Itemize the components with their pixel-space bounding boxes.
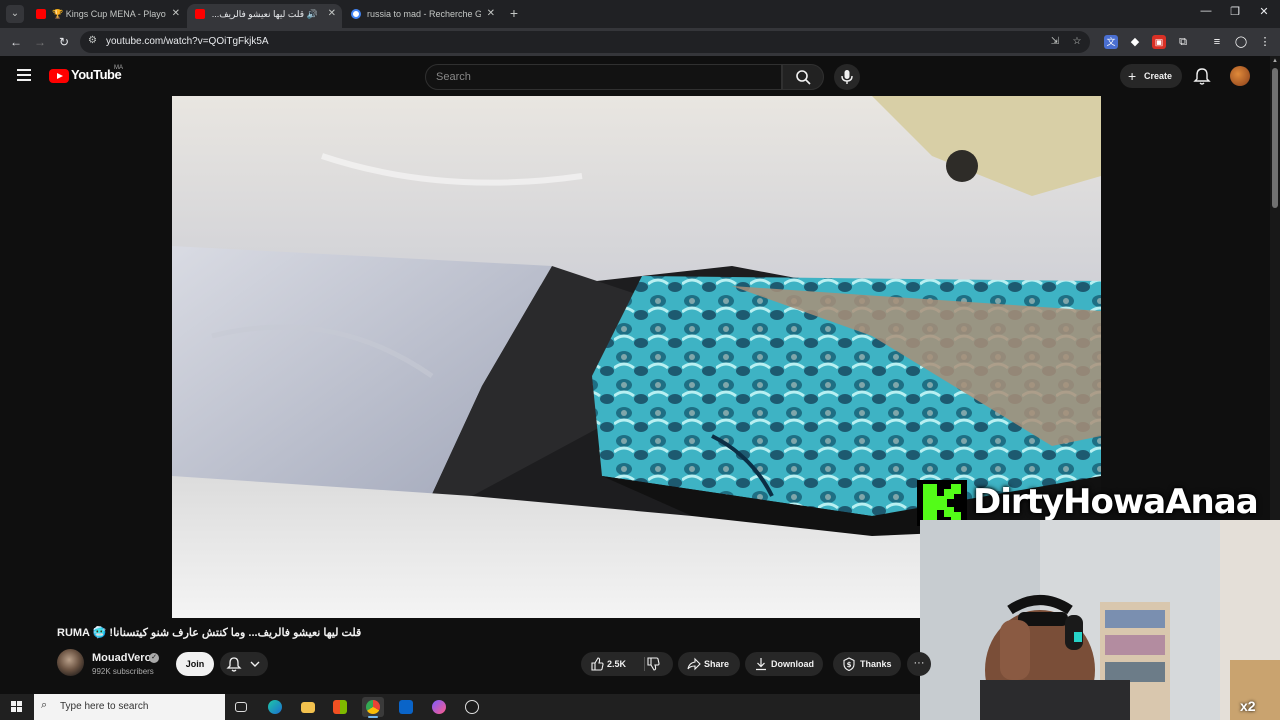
- tab-kings-cup[interactable]: 🏆 Kings Cup MENA - Playoff ✕: [28, 4, 186, 28]
- download-icon: [756, 658, 766, 671]
- close-tab-icon[interactable]: ✕: [328, 4, 336, 24]
- tab-title: russia to mad - Recherche Goo: [367, 9, 481, 19]
- subscriber-count: 992K subscribers: [92, 667, 154, 676]
- browser-menu-icon[interactable]: ⋮: [1258, 35, 1272, 49]
- plus-icon: +: [1128, 68, 1137, 84]
- share-label: Share: [704, 659, 730, 669]
- thanks-label: Thanks: [860, 659, 892, 669]
- messenger-icon[interactable]: [428, 697, 450, 717]
- browser-tab-strip: ⌄ 🏆 Kings Cup MENA - Playoff ✕ قلت ليها …: [0, 0, 1280, 28]
- thumbs-up-icon[interactable]: [590, 657, 604, 671]
- search-icon: ⌕: [41, 699, 48, 711]
- voice-search-button[interactable]: [834, 64, 860, 90]
- channel-name[interactable]: MouadVero: [92, 652, 151, 664]
- youtube-icon: [195, 9, 205, 19]
- join-button[interactable]: Join: [176, 652, 214, 676]
- profile-icon[interactable]: ◯: [1234, 35, 1248, 49]
- super-thanks-icon: $: [843, 657, 855, 671]
- restore-button[interactable]: ❐: [1225, 5, 1245, 18]
- webcam-image: [920, 520, 1280, 720]
- address-bar[interactable]: ⚙ youtube.com/watch?v=QOiTgFkjk5A ⇲ ☆: [80, 31, 1090, 53]
- taskbar-search[interactable]: ⌕ Type here to search: [34, 694, 225, 720]
- scroll-up-arrow-icon[interactable]: ▲: [1272, 58, 1278, 64]
- like-divider: [644, 657, 645, 671]
- kick-k-shape: [923, 484, 961, 522]
- chrome-icon[interactable]: [362, 697, 384, 718]
- search-button[interactable]: [782, 64, 824, 90]
- bell-icon: [1193, 68, 1211, 85]
- tab-current-video[interactable]: قلت ليها نعيشو فالريف... وما 🔊 ✕: [187, 4, 342, 28]
- subscription-notifications-button[interactable]: [220, 652, 268, 676]
- thanks-button[interactable]: $ Thanks: [833, 652, 901, 676]
- youtube-icon: [36, 9, 46, 19]
- windows-taskbar: ⌕ Type here to search: [0, 694, 920, 720]
- translate-extension-icon[interactable]: 文: [1104, 35, 1118, 49]
- media-control-icon[interactable]: ≡: [1210, 35, 1224, 49]
- close-tab-icon[interactable]: ✕: [487, 4, 495, 24]
- browser-toolbar: ← → ↻ ⚙ youtube.com/watch?v=QOiTgFkjk5A …: [0, 28, 1280, 56]
- task-view-icon[interactable]: [230, 697, 252, 717]
- extension-red-icon[interactable]: ▣: [1152, 35, 1166, 49]
- notifications-button[interactable]: [1192, 66, 1212, 86]
- create-button[interactable]: + Create: [1120, 64, 1182, 88]
- install-app-icon[interactable]: ⇲: [1048, 35, 1062, 49]
- tab-google-search[interactable]: russia to mad - Recherche Goo ✕: [343, 4, 501, 28]
- file-explorer-icon[interactable]: [297, 697, 319, 717]
- speed-badge: x2: [1240, 698, 1256, 714]
- windows-start-icon[interactable]: [11, 701, 23, 713]
- google-icon: [351, 9, 361, 19]
- tab-title: 🏆 Kings Cup MENA - Playoff: [52, 9, 166, 19]
- site-info-icon[interactable]: ⚙: [88, 35, 97, 46]
- obs-icon[interactable]: [461, 697, 483, 717]
- search-box: [425, 64, 782, 90]
- like-dislike-group: 2.5K: [581, 652, 673, 676]
- bell-dropdown-icon: [226, 657, 260, 672]
- hamburger-menu-icon[interactable]: [17, 69, 31, 81]
- bookmark-star-icon[interactable]: ☆: [1070, 35, 1084, 49]
- verified-check-icon: ✓: [149, 653, 159, 663]
- back-button[interactable]: ←: [8, 34, 24, 50]
- account-avatar[interactable]: [1230, 66, 1250, 86]
- microphone-icon: [841, 70, 853, 84]
- create-label: Create: [1144, 71, 1173, 81]
- channel-avatar[interactable]: [57, 649, 84, 676]
- extension-diamond-icon[interactable]: ◆: [1128, 35, 1142, 49]
- taskbar-search-placeholder: Type here to search: [60, 701, 149, 712]
- svg-text:$: $: [847, 661, 852, 669]
- screen: ⌄ 🏆 Kings Cup MENA - Playoff ✕ قلت ليها …: [0, 0, 1280, 720]
- reload-button[interactable]: ↻: [56, 34, 72, 50]
- thumbs-down-icon[interactable]: [646, 657, 660, 671]
- share-icon: [687, 657, 701, 671]
- outlook-icon[interactable]: [395, 697, 417, 717]
- close-window-button[interactable]: ✕: [1254, 5, 1274, 18]
- tab-search-button[interactable]: ⌄: [6, 5, 24, 23]
- store-icon[interactable]: [329, 697, 351, 717]
- url-text: youtube.com/watch?v=QOiTgFkjk5A: [106, 36, 269, 47]
- download-button[interactable]: Download: [745, 652, 823, 676]
- extensions-puzzle-icon[interactable]: ⧉: [1176, 35, 1190, 49]
- search-icon: [796, 70, 811, 85]
- download-label: Download: [771, 659, 814, 669]
- search-input[interactable]: [426, 65, 781, 89]
- forward-button[interactable]: →: [32, 34, 48, 50]
- edge-icon[interactable]: [264, 697, 286, 717]
- share-button[interactable]: Share: [678, 652, 740, 676]
- more-actions-button[interactable]: ···: [907, 652, 931, 676]
- scroll-thumb[interactable]: [1272, 68, 1278, 208]
- tab-title: قلت ليها نعيشو فالريف... وما: [211, 9, 304, 19]
- minimize-button[interactable]: —: [1196, 5, 1216, 17]
- streamer-name: DirtyHowaAnaa: [973, 482, 1259, 522]
- video-title: RUMA 🥶 !قلت ليها نعيشو فالريف... وما كنت…: [57, 627, 362, 639]
- speaker-icon[interactable]: 🔊: [307, 4, 318, 24]
- like-count[interactable]: 2.5K: [607, 652, 626, 676]
- new-tab-button[interactable]: +: [507, 6, 521, 20]
- youtube-play-icon: [49, 69, 69, 83]
- region-code: MA: [114, 65, 123, 71]
- youtube-masthead: YouTube MA + Create: [0, 56, 1270, 96]
- close-tab-icon[interactable]: ✕: [172, 4, 180, 24]
- webcam-feed: [920, 520, 1280, 720]
